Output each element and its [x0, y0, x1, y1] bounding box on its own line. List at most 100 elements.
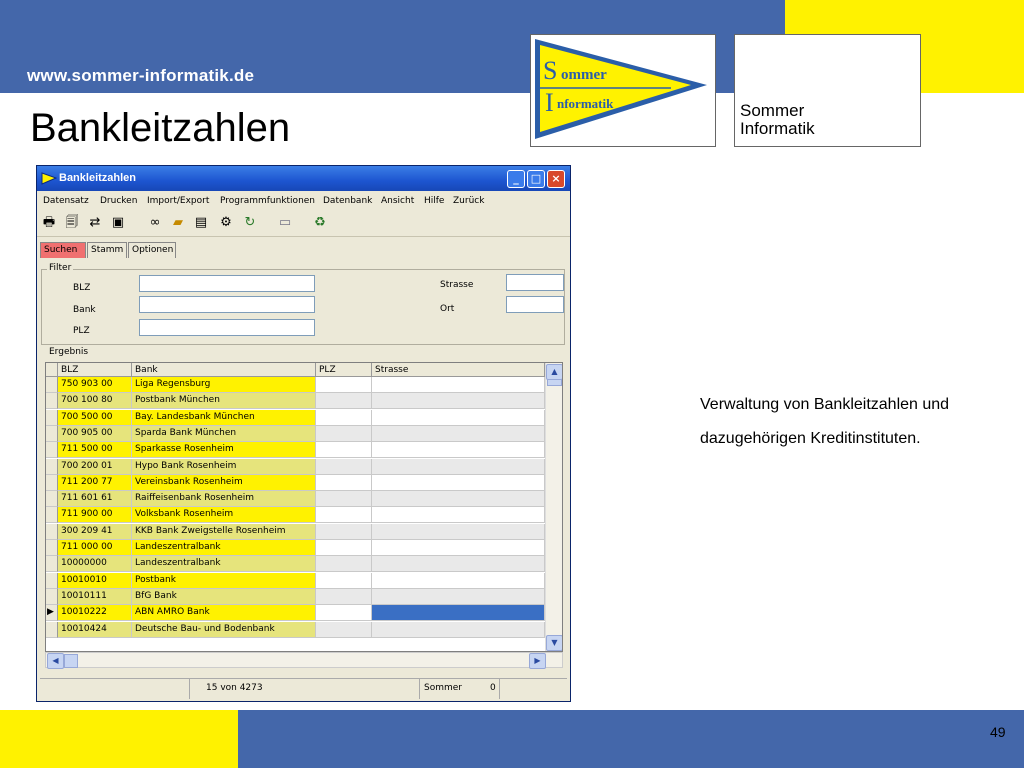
- hscroll-thumb[interactable]: [64, 654, 78, 668]
- cell-plz[interactable]: [316, 556, 372, 573]
- cell-plz[interactable]: [316, 442, 372, 459]
- cell-blz[interactable]: 10010010: [58, 572, 132, 589]
- cell-blz[interactable]: 700 200 01: [58, 458, 132, 475]
- cell-blz[interactable]: 10010111: [58, 588, 132, 605]
- vertical-scrollbar[interactable]: ▲ ▼: [545, 363, 562, 651]
- grid-header-blz[interactable]: BLZ: [58, 363, 132, 377]
- cell-blz[interactable]: 700 905 00: [58, 425, 132, 442]
- cell-bank[interactable]: Raiffeisenbank Rosenheim: [132, 491, 316, 508]
- table-row[interactable]: 700 200 01 Hypo Bank Rosenheim: [46, 458, 562, 475]
- table-row[interactable]: 300 209 41 KKB Bank Zweigstelle Rosenheim: [46, 523, 562, 540]
- tab-stamm[interactable]: Stamm: [87, 242, 127, 258]
- menu-programmfunktionen[interactable]: Programmfunktionen: [220, 196, 315, 206]
- menu-datenbank[interactable]: Datenbank: [323, 196, 372, 206]
- recycle-bin-icon[interactable]: ♻: [312, 215, 328, 231]
- menu-drucken[interactable]: Drucken: [100, 196, 137, 206]
- cell-blz[interactable]: 711 601 61: [58, 491, 132, 508]
- excel-icon[interactable]: ▣: [110, 215, 126, 231]
- print-preview-icon[interactable]: 🗐: [64, 215, 80, 231]
- cell-bank[interactable]: Postbank: [132, 572, 316, 589]
- table-row[interactable]: 10010424 Deutsche Bau- und Bodenbank: [46, 621, 562, 638]
- cell-bank[interactable]: Landeszentralbank: [132, 556, 316, 573]
- table-row[interactable]: ▶ 10010222 ABN AMRO Bank: [46, 605, 562, 622]
- cell-plz[interactable]: [316, 605, 372, 622]
- minimize-button[interactable]: _: [507, 170, 525, 188]
- cell-plz[interactable]: [316, 572, 372, 589]
- ort-input[interactable]: [506, 296, 564, 313]
- close-button[interactable]: ×: [547, 170, 565, 188]
- cell-bank[interactable]: Sparda Bank München: [132, 425, 316, 442]
- table-row[interactable]: 700 100 80 Postbank München: [46, 393, 562, 410]
- cell-strasse[interactable]: [372, 458, 545, 475]
- cell-strasse[interactable]: [372, 425, 545, 442]
- cell-blz[interactable]: 300 209 41: [58, 523, 132, 540]
- scroll-left-icon[interactable]: ◀: [47, 653, 64, 669]
- cell-plz[interactable]: [316, 507, 372, 524]
- cell-strasse[interactable]: [372, 491, 545, 508]
- cell-bank[interactable]: Bay. Landesbank München: [132, 409, 316, 426]
- cell-plz[interactable]: [316, 409, 372, 426]
- cell-strasse[interactable]: [372, 572, 545, 589]
- table-row[interactable]: 711 200 77 Vereinsbank Rosenheim: [46, 474, 562, 491]
- cell-blz[interactable]: 10010222: [58, 605, 132, 622]
- menu-datensatz[interactable]: Datensatz: [43, 196, 89, 206]
- tab-suchen[interactable]: Suchen: [40, 242, 86, 258]
- menu-zurueck[interactable]: Zurück: [453, 196, 484, 206]
- grid-header-plz[interactable]: PLZ: [316, 363, 372, 377]
- cell-bank[interactable]: ABN AMRO Bank: [132, 605, 316, 622]
- cell-bank[interactable]: Volksbank Rosenheim: [132, 507, 316, 524]
- cell-plz[interactable]: [316, 540, 372, 556]
- results-grid[interactable]: BLZ Bank PLZ Strasse 750 903 00 Liga Rege…: [45, 362, 563, 652]
- table-row[interactable]: 10000000 Landeszentralbank: [46, 556, 562, 573]
- scroll-down-icon[interactable]: ▼: [546, 635, 562, 651]
- cell-strasse[interactable]: [372, 377, 545, 393]
- strasse-input[interactable]: [506, 274, 564, 291]
- cell-plz[interactable]: [316, 621, 372, 638]
- cell-plz[interactable]: [316, 523, 372, 540]
- cell-bank[interactable]: Sparkasse Rosenheim: [132, 442, 316, 459]
- grid-header-strasse[interactable]: Strasse: [372, 363, 545, 377]
- menu-hilfe[interactable]: Hilfe: [424, 196, 444, 206]
- cell-strasse[interactable]: [372, 474, 545, 491]
- cell-bank[interactable]: Postbank München: [132, 393, 316, 410]
- cell-blz[interactable]: 700 500 00: [58, 409, 132, 426]
- bank-input[interactable]: [139, 296, 315, 313]
- cell-plz[interactable]: [316, 458, 372, 475]
- menu-import-export[interactable]: Import/Export: [147, 196, 209, 206]
- table-row[interactable]: 700 905 00 Sparda Bank München: [46, 425, 562, 442]
- table-row[interactable]: 700 500 00 Bay. Landesbank München: [46, 409, 562, 426]
- folder-refresh-icon[interactable]: ▰: [170, 215, 186, 231]
- window-titlebar[interactable]: Bankleitzahlen _ □ ×: [37, 166, 570, 191]
- cell-plz[interactable]: [316, 588, 372, 605]
- maximize-button[interactable]: □: [527, 170, 545, 188]
- table-row[interactable]: 711 601 61 Raiffeisenbank Rosenheim: [46, 491, 562, 508]
- cell-blz[interactable]: 750 903 00: [58, 377, 132, 393]
- cell-bank[interactable]: BfG Bank: [132, 588, 316, 605]
- save-icon[interactable]: ▭: [277, 215, 293, 231]
- table-row[interactable]: 10010010 Postbank: [46, 572, 562, 589]
- cell-plz[interactable]: [316, 491, 372, 508]
- document-icon[interactable]: ▤: [193, 215, 209, 231]
- table-row[interactable]: 711 000 00 Landeszentralbank: [46, 540, 562, 556]
- cell-strasse[interactable]: [372, 605, 545, 622]
- horizontal-scrollbar[interactable]: ◀ ▶: [45, 652, 563, 669]
- cell-blz[interactable]: 711 900 00: [58, 507, 132, 524]
- cell-blz[interactable]: 700 100 80: [58, 393, 132, 410]
- cell-strasse[interactable]: [372, 507, 545, 524]
- cell-strasse[interactable]: [372, 523, 545, 540]
- grid-header-bank[interactable]: Bank: [132, 363, 316, 377]
- cell-blz[interactable]: 10000000: [58, 556, 132, 573]
- blz-input[interactable]: [139, 275, 315, 292]
- cell-strasse[interactable]: [372, 409, 545, 426]
- cell-blz[interactable]: 711 000 00: [58, 540, 132, 556]
- cell-bank[interactable]: Hypo Bank Rosenheim: [132, 458, 316, 475]
- cell-bank[interactable]: Landeszentralbank: [132, 540, 316, 556]
- cell-bank[interactable]: KKB Bank Zweigstelle Rosenheim: [132, 523, 316, 540]
- cell-plz[interactable]: [316, 393, 372, 410]
- cell-strasse[interactable]: [372, 621, 545, 638]
- cell-blz[interactable]: 711 500 00: [58, 442, 132, 459]
- cell-strasse[interactable]: [372, 556, 545, 573]
- table-row[interactable]: 10010111 BfG Bank: [46, 588, 562, 605]
- table-row[interactable]: 711 900 00 Volksbank Rosenheim: [46, 507, 562, 524]
- cell-bank[interactable]: Deutsche Bau- und Bodenbank: [132, 621, 316, 638]
